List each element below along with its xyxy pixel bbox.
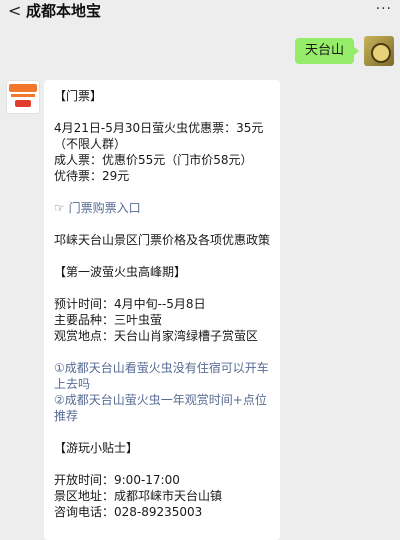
- firefly-wave-heading: 【第一波萤火虫高峰期】: [54, 265, 187, 279]
- bot-avatar[interactable]: [6, 80, 40, 114]
- logo-mark: [15, 100, 31, 107]
- expected-time: 预计时间：4月中旬--5月8日: [54, 297, 206, 311]
- article-link-1[interactable]: ①成都天台山看萤火虫没有住宿可以开车上去吗: [54, 360, 270, 392]
- incoming-message[interactable]: 【门票】 4月21日-5月30日萤火虫优惠票：35元（不限人群） 成人票：优惠价…: [44, 80, 280, 540]
- viewing-spot: 观赏地点：天台山肖家湾绿槽子赏萤区: [54, 329, 259, 343]
- logo-mark: [9, 84, 37, 92]
- chat-title: 成都本地宝: [26, 2, 102, 20]
- adult-ticket-line: 成人票：优惠价55元（门市价58元）: [54, 153, 253, 167]
- buy-ticket-link[interactable]: ☞ 门票购票入口: [54, 200, 270, 216]
- my-avatar[interactable]: [364, 36, 394, 66]
- concession-ticket-line: 优待票：29元: [54, 169, 130, 183]
- outgoing-message[interactable]: 天台山: [294, 38, 360, 64]
- address: 景区地址：成都邛崃市天台山镇: [54, 489, 223, 503]
- policy-line: 邛崃天台山景区门票价格及各项优惠政策: [54, 233, 271, 247]
- open-time: 开放时间：9:00-17:00: [54, 473, 180, 487]
- article-link-2[interactable]: ②成都天台山萤火虫一年观赏时间+点位推荐: [54, 392, 270, 424]
- outgoing-message-text: 天台山: [304, 43, 344, 58]
- ticket-heading: 【门票】: [54, 89, 103, 103]
- more-icon[interactable]: ···: [376, 1, 392, 17]
- avatar-face-icon: [371, 43, 391, 63]
- phone: 咨询电话：028-89235003: [54, 505, 203, 519]
- species: 主要品种：三叶虫萤: [54, 313, 163, 327]
- back-icon[interactable]: <: [8, 0, 21, 22]
- tips-heading: 【游玩小贴士】: [54, 441, 139, 455]
- discount-ticket-line: 4月21日-5月30日萤火虫优惠票：35元（不限人群）: [54, 121, 264, 151]
- logo-mark: [11, 94, 35, 97]
- top-bar: < 成都本地宝 ···: [0, 0, 400, 24]
